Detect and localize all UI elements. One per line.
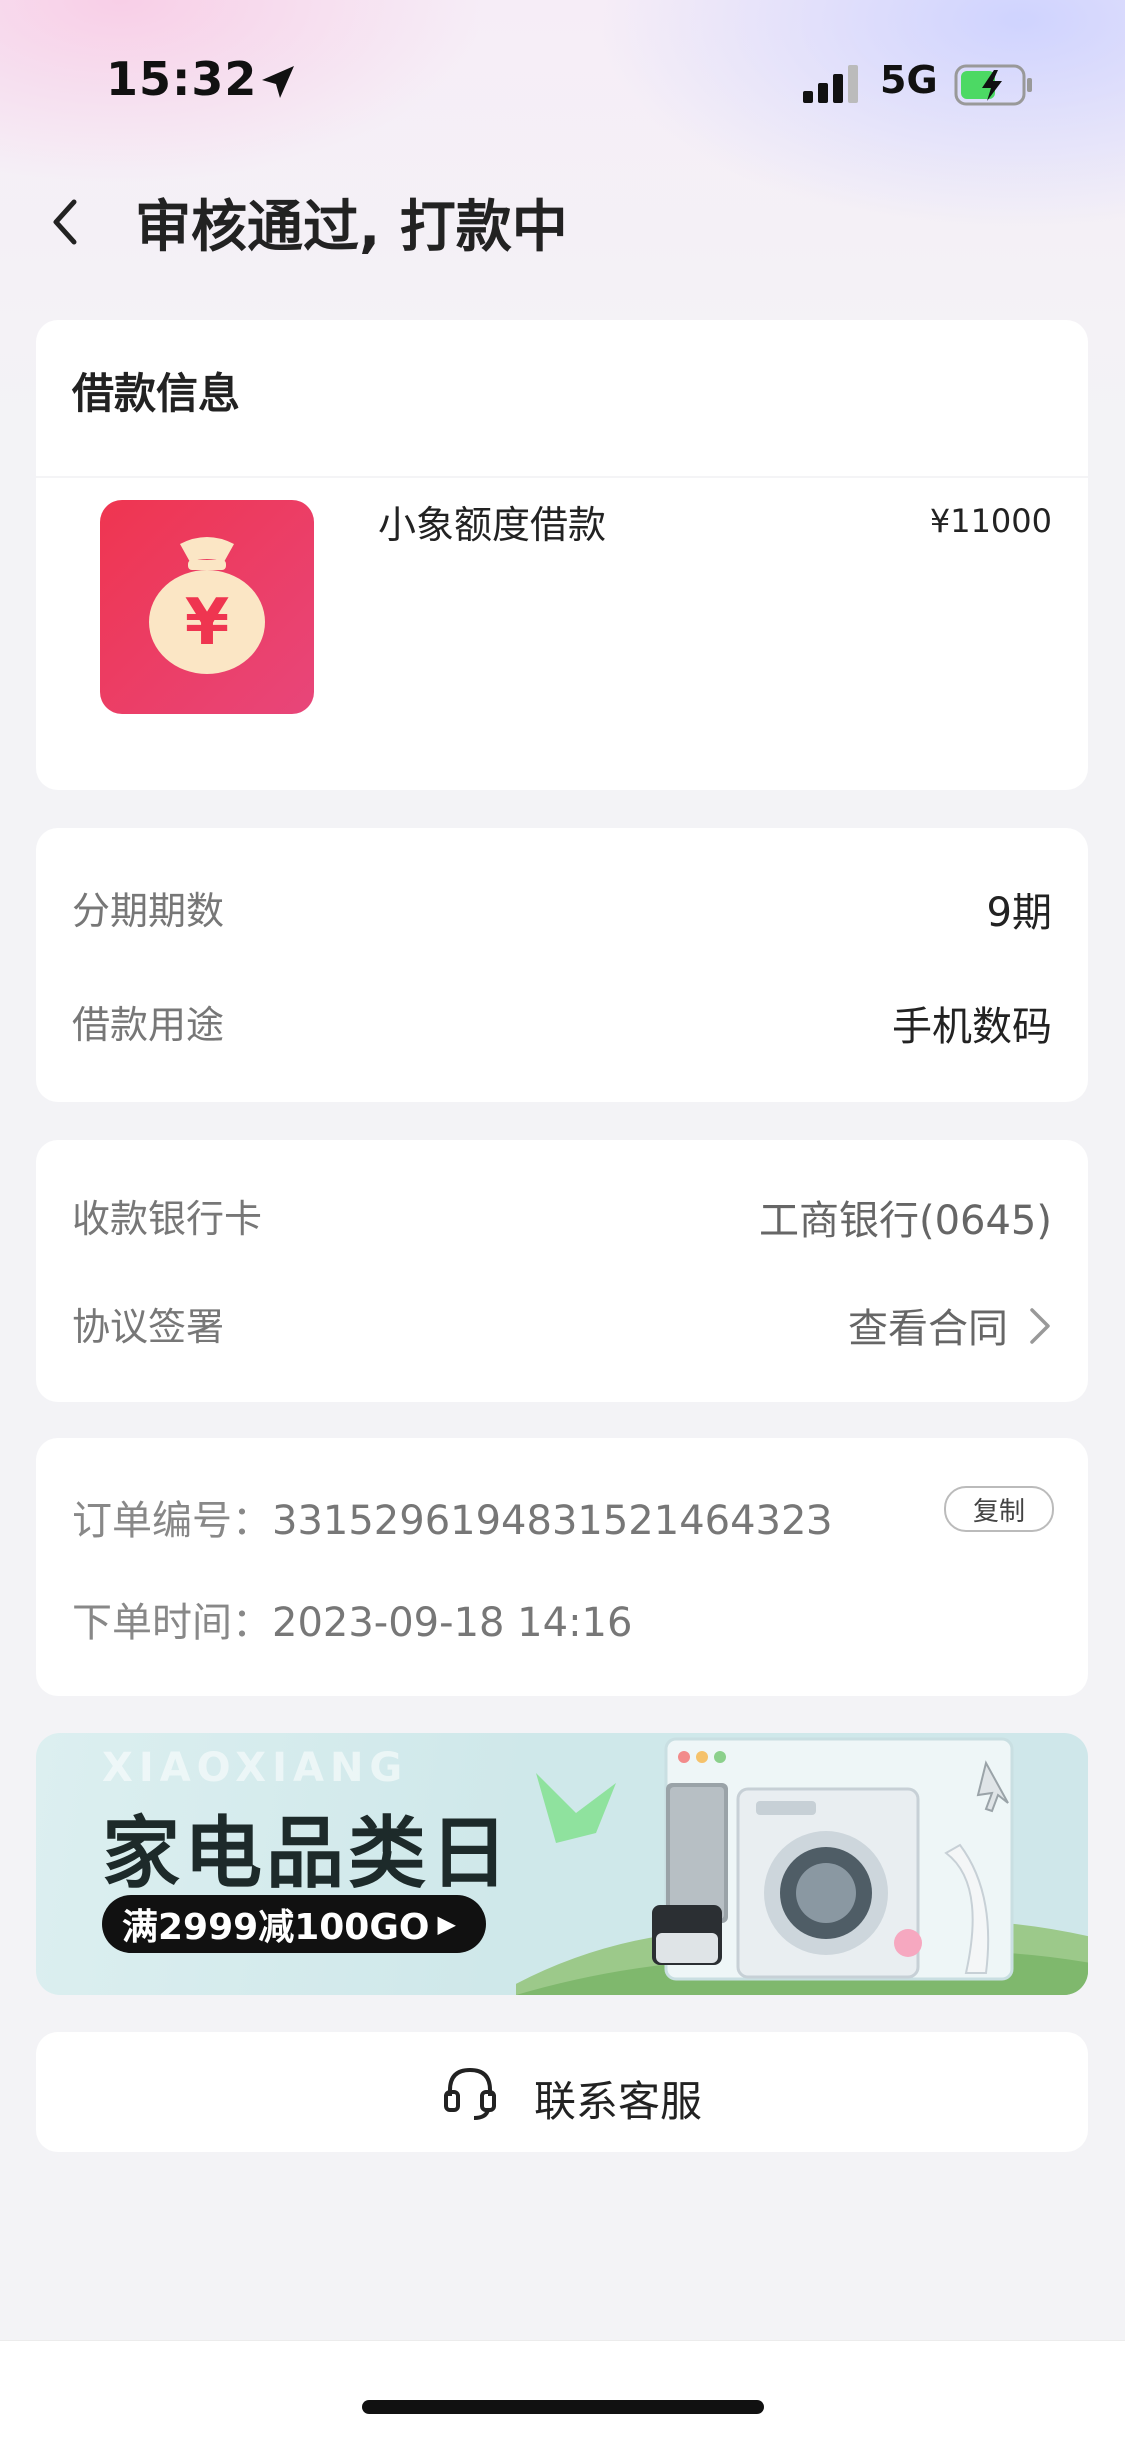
contact-service-button[interactable]: 联系客服 [36,2032,1088,2152]
contact-service-label: 联系客服 [534,2077,703,2126]
banner-promo-button[interactable]: 满2999减100GO ▶ [102,1895,486,1953]
loan-info-card: 借款信息 ¥ 小象额度借款 ¥11000 [36,320,1088,790]
divider [36,476,1088,478]
order-card: 订单编号：331529619483152146432З 复制 下单时间：2023… [36,1438,1088,1696]
order-time: 下单时间：2023-09-18 14:16 [72,1590,632,1648]
status-time: 15:32 [106,52,258,106]
periods-label: 分期期数 [72,889,225,933]
periods-value: 9期 [986,890,1052,936]
order-time-value: 2023-09-18 14:16 [272,1600,633,1646]
battery-charging-icon [954,64,1032,106]
purpose-value: 手机数码 [892,1004,1052,1050]
headset-icon [444,2067,496,2120]
banner-promo-text: 满2999减100GO [122,1907,430,1948]
promo-banner[interactable]: XIAOXIANG 家电品类日 满2999减100GO ▶ [36,1733,1088,1995]
installment-card: 分期期数 9期 借款用途 手机数码 [36,828,1088,1102]
bottom-safe-area [0,2340,1125,2440]
bank-card-value: 工商银行(0645) [758,1198,1052,1244]
bank-card-section: 收款银行卡 工商银行(0645) 协议签署 查看合同 [36,1140,1088,1402]
network-type: 5G [880,58,938,102]
purpose-label: 借款用途 [72,1003,225,1047]
agreement-label: 协议签署 [72,1305,225,1349]
banner-watermark: XIAOXIANG [102,1745,409,1791]
navigation-bar: 审核通过, 打款中 [0,170,1125,270]
loan-amount: ¥11000 [929,502,1052,540]
home-indicator[interactable] [362,2400,764,2414]
location-arrow-icon [262,66,294,98]
order-number-value: 331529619483152146432З [272,1498,833,1544]
bank-card-label: 收款银行卡 [72,1197,263,1241]
order-number-label: 订单编号： [72,1498,272,1544]
status-bar: 15:32 5G [0,0,1125,160]
order-number: 订单编号：331529619483152146432З [72,1488,832,1546]
product-name: 小象额度借款 [378,503,607,547]
view-contract-link[interactable]: 查看合同 [848,1296,1008,1354]
svg-text:¥: ¥ [185,586,230,660]
play-arrow-icon: ▶ [437,1910,456,1938]
loan-info-title: 借款信息 [72,369,241,418]
page-title: 审核通过, 打款中 [135,195,568,260]
money-bag-icon: ¥ [100,500,314,714]
signal-icon [803,65,858,103]
order-time-label: 下单时间： [72,1600,272,1646]
copy-button[interactable]: 复制 [944,1486,1054,1532]
appliance-illustration [516,1737,1088,1995]
back-icon[interactable] [40,192,90,252]
banner-title: 家电品类日 [102,1809,513,1899]
chevron-right-icon[interactable] [1026,1304,1054,1348]
